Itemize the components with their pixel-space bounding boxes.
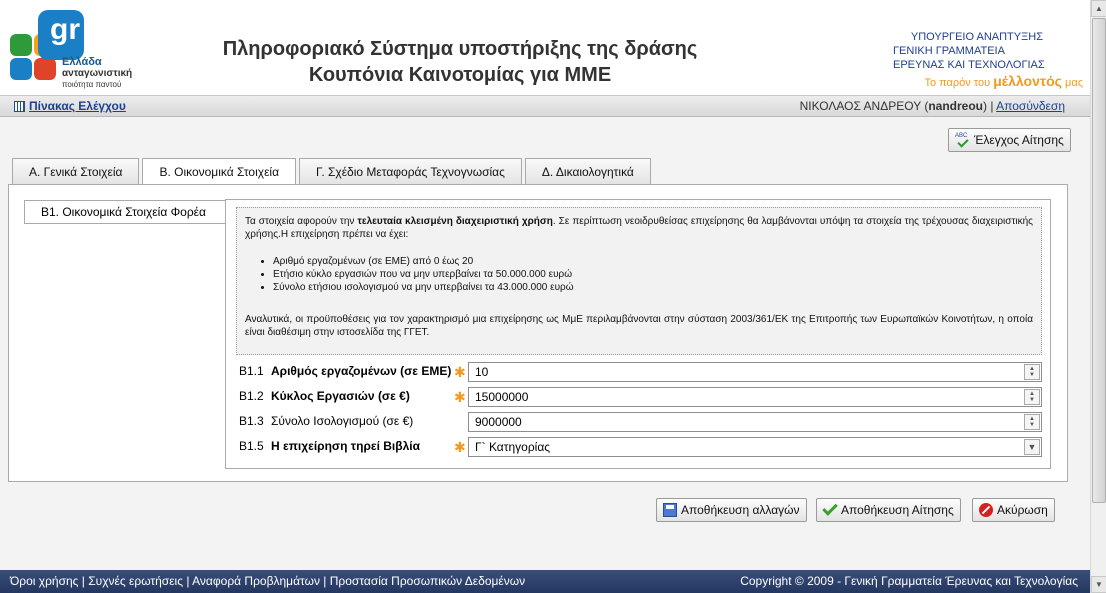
tab-financial[interactable]: Β. Οικονομικά Στοιχεία — [142, 158, 297, 185]
turnover-row: Β1.2 Κύκλος Εργασιών (σε €) ✱ 15000000 ▲ ▼ — [236, 387, 1042, 407]
criteria-list: Αριθμό εργαζομένων (σε ΕΜΕ) από 0 έως 20… — [273, 255, 1033, 294]
system-title: Πληροφοριακό Σύστημα υποστήριξης της δρά… — [222, 38, 698, 86]
turnover-input[interactable]: 15000000 ▲ ▼ — [468, 387, 1042, 407]
cancel-icon — [979, 503, 993, 517]
report-problems-link[interactable]: Αναφορά Προβλημάτων — [192, 574, 320, 588]
list-item: Ετήσιο κύκλο εργασιών που να μην υπερβαί… — [273, 268, 1033, 281]
spinner-icon[interactable]: ▲ ▼ — [1024, 389, 1040, 405]
cancel-button[interactable]: Ακύρωση — [972, 498, 1055, 522]
save-application-button[interactable]: Αποθήκευση Αίτησης — [816, 498, 961, 522]
employees-row: Β1.1 Αριθμός εργαζομένων (σε ΕΜΕ) ✱ 10 ▲ ▼ — [236, 362, 1042, 382]
balance-label: Β1.3 Σύνολο Ισολογισμού (σε €) — [239, 414, 414, 428]
financial-form: Τα στοιχεία αφορούν την τελευταία κλεισμ… — [225, 199, 1051, 469]
user-info: ΝΙΚΟΛΑΟΣ ΑΝΔΡΕΟΥ (nandreou) | Αποσύνδεση — [799, 99, 1065, 113]
main-content: ABC Έλεγχος Αίτησης Α. Γενικά Στοιχεία Β… — [0, 118, 1090, 570]
list-item: Σύνολο ετήσιου ισολογισμού να μην υπερβα… — [273, 281, 1033, 294]
employees-input[interactable]: 10 ▲ ▼ — [468, 362, 1042, 382]
user-name: ΝΙΚΟΛΑΟΣ ΑΝΔΡΕΟΥ — [799, 99, 921, 113]
logout-link[interactable]: Αποσύνδεση — [996, 99, 1065, 113]
scrollbar-thumb[interactable] — [1092, 18, 1106, 503]
check-application-button[interactable]: ABC Έλεγχος Αίτησης — [948, 128, 1071, 152]
tab-documents[interactable]: Δ. Δικαιολογητικά — [524, 158, 651, 184]
tab-bar: Α. Γενικά Στοιχεία Β. Οικονομικά Στοιχεί… — [12, 158, 651, 185]
balance-input[interactable]: 9000000 ▲ ▼ — [468, 412, 1042, 432]
books-label: Β1.5 Η επιχείρηση τηρεί Βιβλία — [239, 439, 420, 453]
page-footer: Όροι χρήσης | Συχνές ερωτήσεις | Αναφορά… — [0, 570, 1090, 593]
tab-general[interactable]: Α. Γενικά Στοιχεία — [12, 158, 140, 184]
required-icon: ✱ — [454, 389, 466, 405]
dashboard-icon — [14, 100, 25, 112]
required-icon: ✱ — [454, 364, 466, 380]
balance-row: Β1.3 Σύνολο Ισολογισμού (σε €) 9000000 ▲ ▼ — [236, 412, 1042, 432]
brand-logo: gr Ελλάδα ανταγωνιστική ποιότητα παντού — [8, 10, 148, 90]
footer-links: Όροι χρήσης | Συχνές ερωτήσεις | Αναφορά… — [10, 574, 526, 588]
subtab-financial-data[interactable]: Β1. Οικονομικά Στοιχεία Φορέα — [24, 200, 239, 224]
copyright: Copyright © 2009 - Γενική Γραμματεία Έρε… — [740, 574, 1078, 588]
privacy-link[interactable]: Προστασία Προσωπικών Δεδομένων — [330, 574, 525, 588]
dashboard-link[interactable]: Πίνακας Ελέγχου — [29, 99, 126, 113]
user-login: nandreou — [928, 99, 983, 113]
save-changes-button[interactable]: Αποθήκευση αλλαγών — [656, 498, 807, 522]
checkmark-icon — [822, 500, 838, 516]
gr-logo-mark: gr — [38, 10, 84, 60]
info-box: Τα στοιχεία αφορούν την τελευταία κλεισμ… — [236, 207, 1042, 355]
turnover-label: Β1.2 Κύκλος Εργασιών (σε €) — [239, 389, 410, 403]
chevron-down-icon[interactable]: ▼ — [1024, 439, 1040, 455]
scroll-up-icon[interactable]: ▲ — [1091, 0, 1106, 17]
faq-link[interactable]: Συχνές ερωτήσεις — [88, 574, 183, 588]
floppy-disk-icon — [663, 503, 677, 517]
top-nav-bar: Πίνακας Ελέγχου ΝΙΚΟΛΑΟΣ ΑΝΔΡΕΟΥ (nandre… — [0, 95, 1090, 117]
spinner-icon[interactable]: ▲ ▼ — [1024, 414, 1040, 430]
books-row: Β1.5 Η επιχείρηση τηρεί Βιβλία ✱ Γ` Κατηγ… — [236, 437, 1042, 457]
required-icon: ✱ — [454, 439, 466, 455]
ministry-logo: ΥΠΟΥΡΓΕΙΟ ΑΝΑΠΤΥΞΗΣ ΓΕΝΙΚΗ ΓΡΑΜΜΑΤΕΙΑ ΕΡ… — [893, 31, 1083, 89]
spinner-icon[interactable]: ▲ ▼ — [1024, 364, 1040, 380]
spellcheck-icon: ABC — [955, 133, 971, 148]
scroll-down-icon[interactable]: ▼ — [1091, 576, 1106, 593]
tab-panel: Β1. Οικονομικά Στοιχεία Φορέα Τα στοιχεί… — [8, 184, 1068, 482]
terms-link[interactable]: Όροι χρήσης — [10, 574, 78, 588]
employees-label: Β1.1 Αριθμός εργαζομένων (σε ΕΜΕ) — [239, 364, 452, 378]
tab-transfer-plan[interactable]: Γ. Σχέδιο Μεταφοράς Τεχνογνωσίας — [299, 158, 522, 184]
list-item: Αριθμό εργαζομένων (σε ΕΜΕ) από 0 έως 20 — [273, 255, 1033, 268]
vertical-scrollbar[interactable]: ▲ ▼ — [1090, 0, 1106, 593]
page-header: gr Ελλάδα ανταγωνιστική ποιότητα παντού … — [0, 0, 1090, 95]
books-select[interactable]: Γ` Κατηγορίας ▼ — [468, 437, 1042, 457]
